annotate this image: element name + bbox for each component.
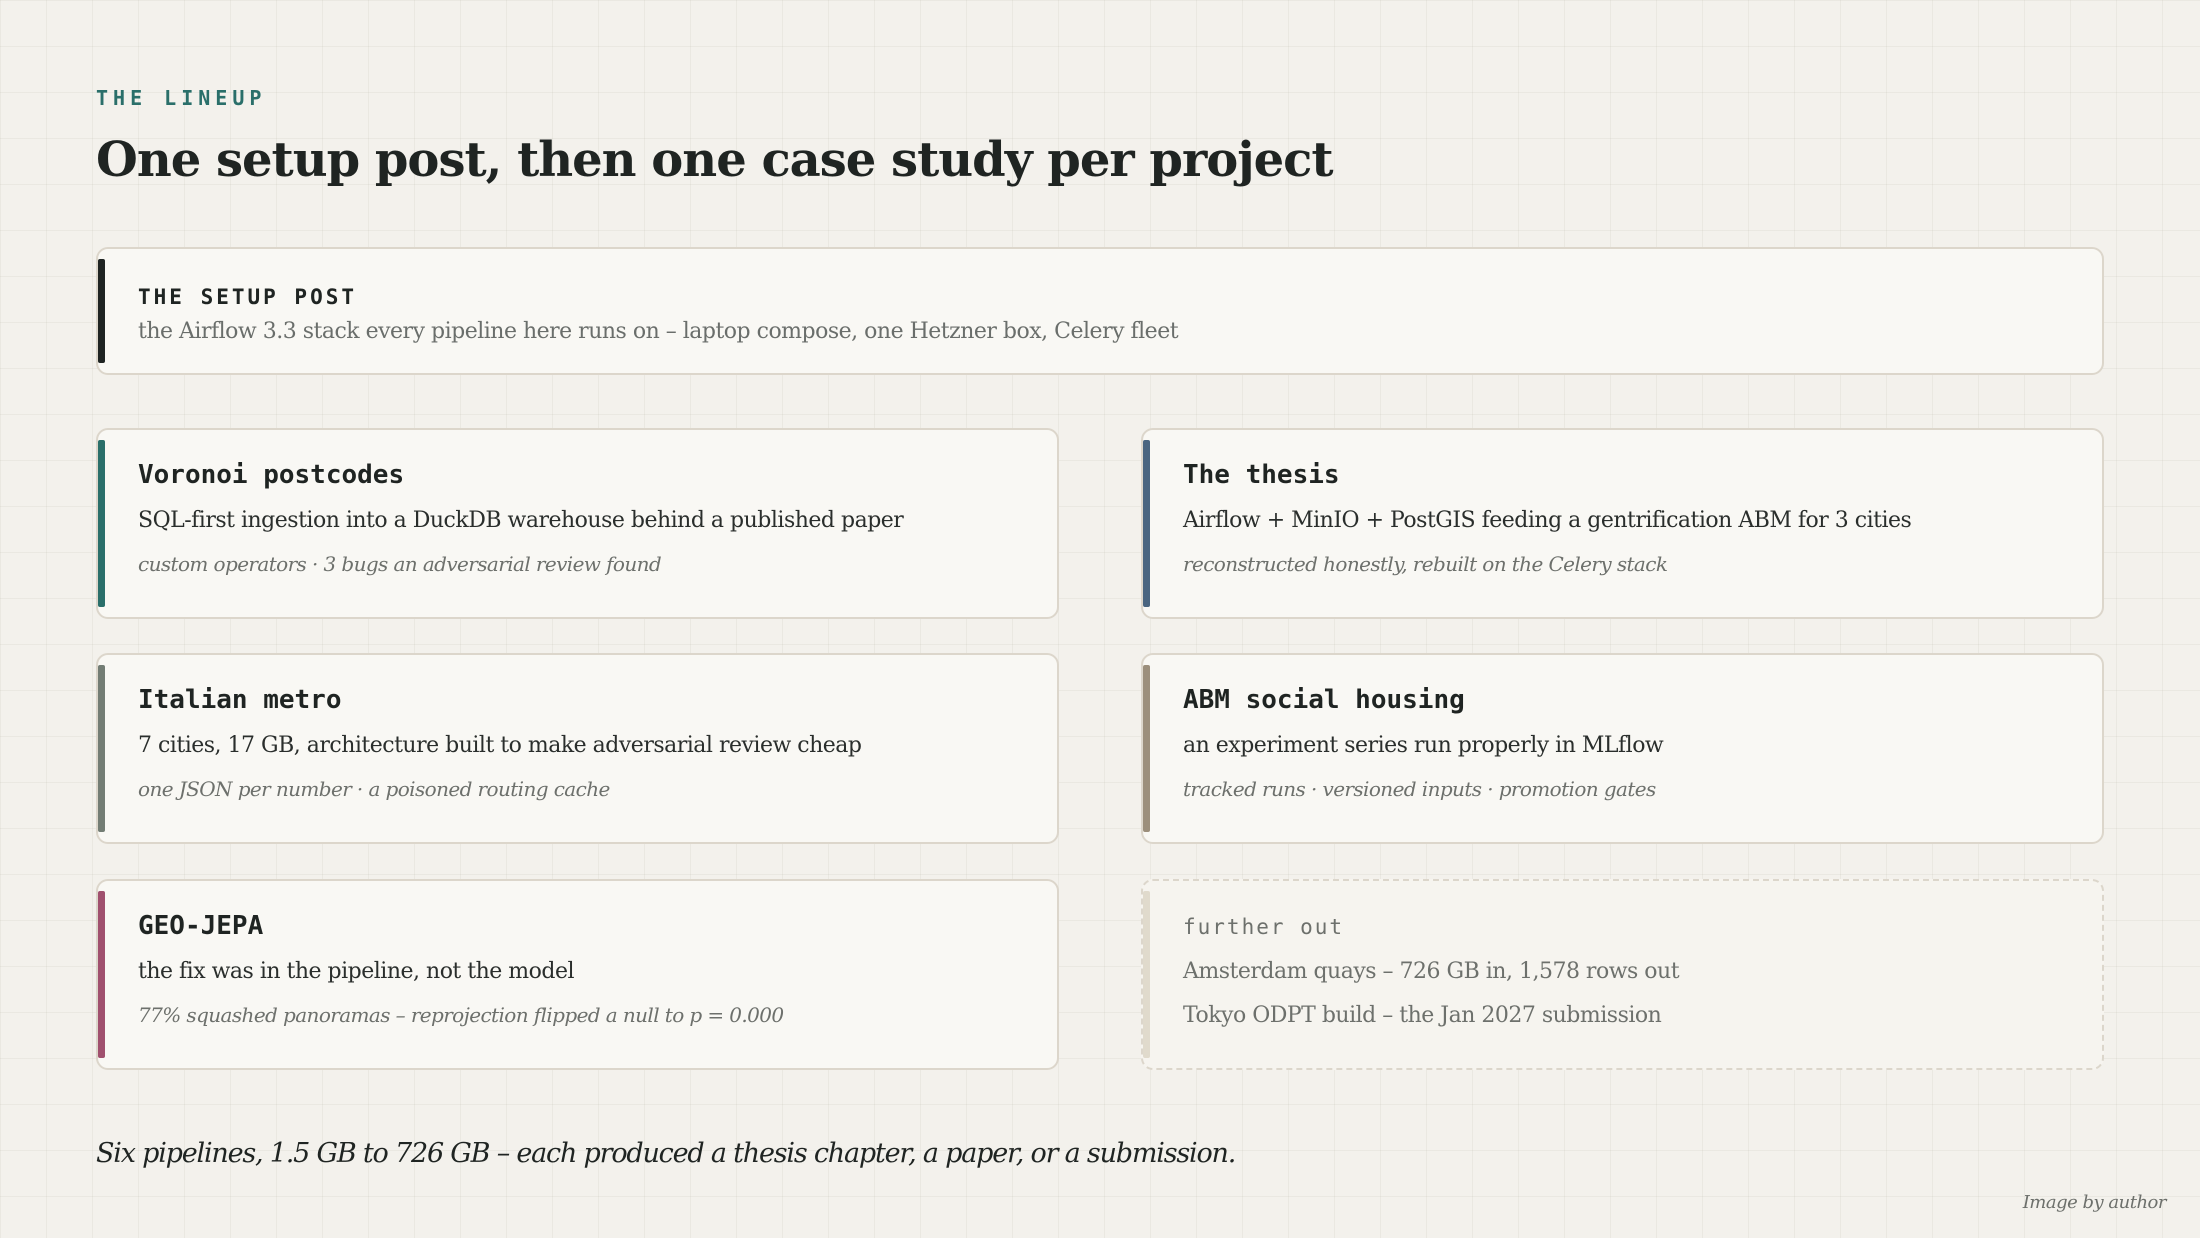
further-item: Amsterdam quays – 726 GB in, 1,578 rows … (1183, 959, 1680, 984)
card-accent-bar (98, 891, 105, 1058)
project-card-abm-social-housing[interactable]: ABM social housing an experiment series … (1141, 653, 2104, 844)
card-title: The thesis (1183, 460, 1340, 490)
card-note: one JSON per number · a poisoned routing… (138, 777, 610, 801)
card-title: Voronoi postcodes (138, 460, 405, 490)
card-accent-bar (98, 665, 105, 832)
setup-post-card[interactable]: THE SETUP POST the Airflow 3.3 stack eve… (96, 247, 2104, 375)
card-title: further out (1183, 915, 1345, 939)
card-note: reconstructed honestly, rebuilt on the C… (1183, 552, 1668, 576)
project-card-geo-jepa[interactable]: GEO-JEPA the fix was in the pipeline, no… (96, 879, 1059, 1070)
card-accent-bar (1143, 440, 1150, 607)
page-title: One setup post, then one case study per … (96, 132, 1334, 188)
further-out-card: further out Amsterdam quays – 726 GB in,… (1141, 879, 2104, 1070)
card-accent-bar (98, 259, 105, 363)
project-card-italian-metro[interactable]: Italian metro 7 cities, 17 GB, architect… (96, 653, 1059, 844)
card-title: Italian metro (138, 685, 342, 715)
section-eyebrow: THE LINEUP (96, 86, 267, 110)
card-description: Airflow + MinIO + PostGIS feeding a gent… (1183, 508, 1912, 533)
project-card-the-thesis[interactable]: The thesis Airflow + MinIO + PostGIS fee… (1141, 428, 2104, 619)
card-title: GEO-JEPA (138, 911, 264, 941)
card-note: 77% squashed panoramas – reprojection fl… (138, 1003, 784, 1027)
card-accent-bar (1143, 891, 1150, 1058)
image-credit: Image by author (2022, 1192, 2167, 1213)
card-description: 7 cities, 17 GB, architecture built to m… (138, 733, 862, 758)
card-title: ABM social housing (1183, 685, 1465, 715)
card-accent-bar (1143, 665, 1150, 832)
card-accent-bar (98, 440, 105, 607)
further-item: Tokyo ODPT build – the Jan 2027 submissi… (1183, 1003, 1662, 1028)
card-description: SQL-first ingestion into a DuckDB wareho… (138, 508, 904, 533)
card-title: THE SETUP POST (138, 285, 358, 309)
project-card-voronoi-postcodes[interactable]: Voronoi postcodes SQL-first ingestion in… (96, 428, 1059, 619)
summary-caption: Six pipelines, 1.5 GB to 726 GB – each p… (96, 1138, 1236, 1169)
card-note: tracked runs · versioned inputs · promot… (1183, 777, 1656, 801)
card-description: the Airflow 3.3 stack every pipeline her… (138, 319, 1179, 344)
card-note: custom operators · 3 bugs an adversarial… (138, 552, 662, 576)
card-description: the fix was in the pipeline, not the mod… (138, 959, 575, 984)
card-description: an experiment series run properly in MLf… (1183, 733, 1664, 758)
